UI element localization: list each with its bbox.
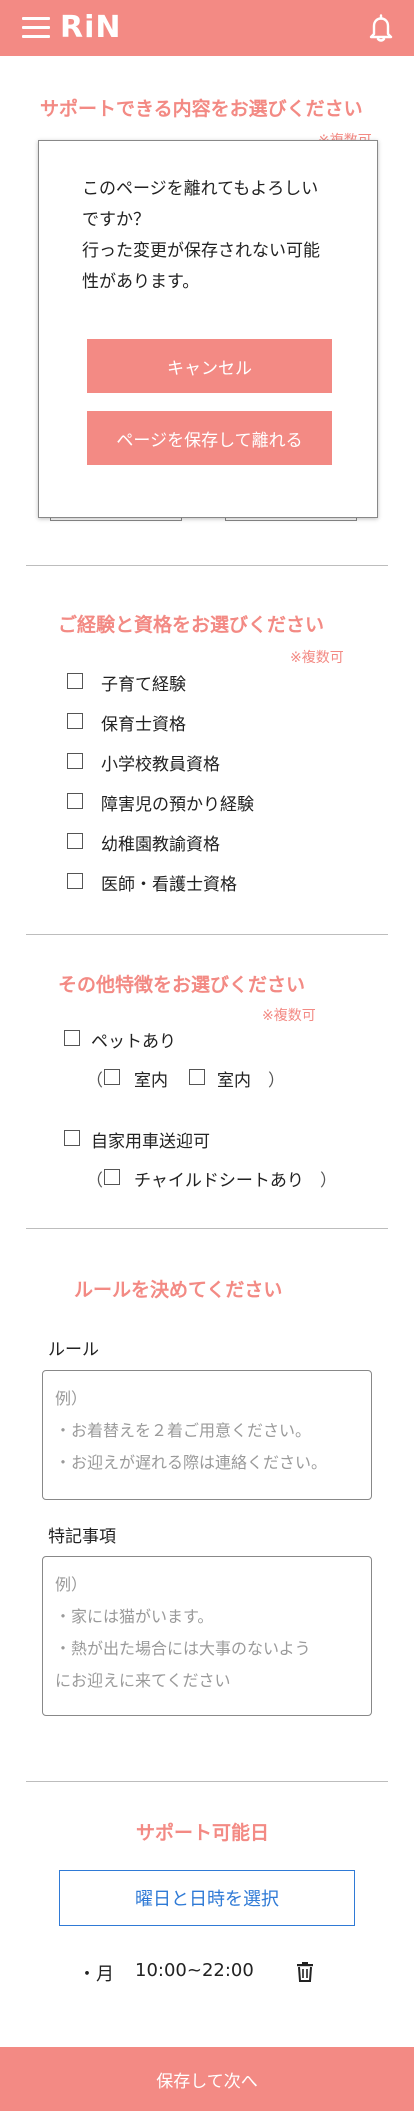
- rule-placeholder-line: 例）: [55, 1389, 88, 1408]
- paren-open: （: [86, 1171, 103, 1191]
- other-multi-note: ※複数可: [262, 1008, 316, 1024]
- notes-placeholder-line: ・熱が出た場合には大事のないよう: [55, 1639, 311, 1658]
- experience-label: 子育て経験: [101, 675, 186, 695]
- pet-indoor-checkbox[interactable]: [104, 1069, 120, 1085]
- pet-checkbox[interactable]: [64, 1030, 80, 1046]
- car-checkbox[interactable]: [64, 1130, 80, 1146]
- paren-close: ）: [320, 1171, 337, 1191]
- bell-icon[interactable]: [368, 14, 394, 42]
- divider: [26, 565, 388, 566]
- paren-open: （: [86, 1071, 103, 1091]
- save-next-button[interactable]: 保存して次へ: [0, 2047, 414, 2111]
- paren-close: ）: [268, 1071, 285, 1091]
- notes-placeholder-line: ・家には猫がいます。: [55, 1607, 214, 1626]
- notes-textarea[interactable]: 例） ・家には猫がいます。 ・熱が出た場合には大事のないよう にお迎えに来てくだ…: [42, 1556, 372, 1716]
- dialog-message-line: ですか？: [82, 210, 150, 230]
- app-logo[interactable]: RiN: [60, 11, 122, 45]
- pet-label: ペットあり: [91, 1032, 176, 1052]
- pet-indoor-label-2: 室内: [217, 1071, 251, 1091]
- experience-label: 障害児の預かり経験: [101, 795, 254, 815]
- trash-icon[interactable]: [296, 1961, 314, 1982]
- experience-checkbox[interactable]: [67, 793, 83, 809]
- dialog-message: このページを離れてもよろしい ですか？ 行った変更が保存されない可能 性がありま…: [82, 174, 352, 298]
- experience-section-title: ご経験と資格をお選びください: [58, 614, 325, 636]
- support-section-title: サポートできる内容をお選びください: [40, 98, 363, 120]
- experience-label: 幼稚園教諭資格: [101, 835, 220, 855]
- experience-checkbox[interactable]: [67, 713, 83, 729]
- experience-label: 保育士資格: [101, 715, 186, 735]
- experience-checkbox[interactable]: [67, 833, 83, 849]
- cancel-button[interactable]: キャンセル: [87, 339, 332, 393]
- pet-indoor-checkbox-2[interactable]: [189, 1069, 205, 1085]
- slot-time: 10:00~22:00: [135, 1960, 254, 1981]
- experience-label: 小学校教員資格: [101, 755, 220, 775]
- divider: [26, 1228, 388, 1229]
- dialog-message-line: 行った変更が保存されない可能: [82, 241, 320, 261]
- divider: [26, 1781, 388, 1782]
- other-section-title: その他特徴をお選びください: [58, 974, 306, 996]
- notes-placeholder-line: にお迎えに来てください: [55, 1671, 231, 1690]
- rule-placeholder-line: ・お着替えを２着ご用意ください。: [55, 1421, 312, 1440]
- experience-checkbox[interactable]: [67, 753, 83, 769]
- notes-field-label: 特記事項: [48, 1527, 116, 1547]
- slot-day: ・月: [78, 1964, 114, 1985]
- notes-placeholder-line: 例）: [55, 1575, 88, 1594]
- experience-checkbox[interactable]: [67, 873, 83, 889]
- child-seat-checkbox[interactable]: [104, 1169, 120, 1185]
- rule-field-label: ルール: [48, 1340, 99, 1360]
- divider: [26, 934, 388, 935]
- schedule-section-title: サポート可能日: [136, 1822, 270, 1844]
- experience-multi-note: ※複数可: [290, 650, 344, 666]
- select-day-time-button[interactable]: 曜日と日時を選択: [59, 1870, 355, 1926]
- rule-placeholder-line: ・お迎えが遅れる際は連絡ください。: [55, 1453, 328, 1472]
- dialog-message-line: 性があります。: [82, 272, 200, 292]
- experience-label: 医師・看護士資格: [101, 875, 237, 895]
- experience-checkbox[interactable]: [67, 673, 83, 689]
- save-and-leave-button[interactable]: ページを保存して離れる: [87, 411, 332, 465]
- menu-icon[interactable]: [22, 17, 50, 39]
- car-label: 自家用車送迎可: [91, 1132, 210, 1152]
- app-header: RiN: [0, 0, 414, 56]
- rule-textarea[interactable]: 例） ・お着替えを２着ご用意ください。 ・お迎えが遅れる際は連絡ください。: [42, 1370, 372, 1500]
- rules-section-title: ルールを決めてください: [74, 1279, 283, 1301]
- child-seat-label: チャイルドシートあり: [134, 1171, 304, 1191]
- dialog-message-line: このページを離れてもよろしい: [82, 179, 319, 199]
- pet-indoor-label: 室内: [134, 1071, 168, 1091]
